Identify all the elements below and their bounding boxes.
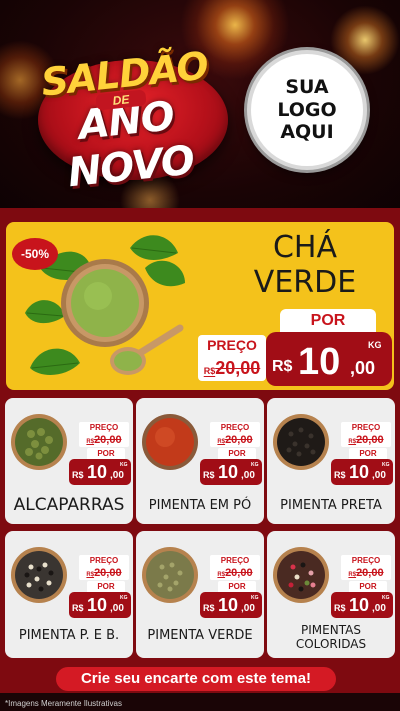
unit: KG	[382, 595, 390, 601]
por-label: POR	[218, 581, 256, 592]
featured-por-label: POR	[280, 309, 376, 333]
por-label: POR	[218, 448, 256, 459]
old-price-value: 20,00	[94, 567, 122, 579]
product-name: PIMENTA P. E B.	[18, 628, 120, 643]
old-currency: R$	[348, 439, 357, 445]
featured-old-currency: R$	[203, 366, 216, 376]
currency: R$	[203, 603, 215, 613]
price-dec: ,00	[241, 603, 255, 614]
price-int: 10	[218, 462, 239, 482]
old-price: R$20,00	[210, 433, 260, 447]
colored-pepper-bowl-icon	[273, 547, 329, 603]
currency: R$	[72, 603, 84, 613]
product-name: PIMENTA VERDE	[147, 628, 253, 643]
featured-product-name: CHÁ VERDE	[253, 230, 357, 301]
old-price-value: 20,00	[225, 434, 253, 446]
unit: KG	[382, 462, 390, 468]
unit: KG	[120, 595, 128, 601]
price-tag: R$ 10 KG ,00	[69, 592, 131, 618]
mixed-pepper-bowl-icon	[11, 547, 67, 603]
por-label: POR	[87, 581, 125, 592]
logo-placeholder[interactable]: SUA LOGO AQUI	[247, 50, 367, 170]
preco-label: PREÇO	[210, 422, 260, 433]
por-label: POR	[349, 448, 387, 459]
currency: R$	[203, 470, 215, 480]
black-pepper-bowl-icon	[273, 414, 329, 470]
old-currency: R$	[86, 572, 95, 578]
old-price: R$20,00	[79, 566, 129, 580]
old-currency: R$	[348, 572, 357, 578]
old-price-value: 20,00	[94, 434, 122, 446]
unit: KG	[120, 462, 128, 468]
product-name: PIMENTA EM PÓ	[148, 498, 252, 513]
por-label: POR	[87, 448, 125, 459]
product-name: ALCAPARRAS	[13, 495, 125, 515]
preco-label: PREÇO	[79, 555, 129, 566]
preco-label: PREÇO	[210, 555, 260, 566]
featured-old-price: R$20,00	[198, 355, 266, 381]
old-currency: R$	[217, 572, 226, 578]
cta-button[interactable]: Crie seu encarte com este tema!	[56, 667, 336, 691]
product-card[interactable]: PREÇO R$20,00 POR R$ 10 KG ,00 ALCAPARRA…	[5, 398, 133, 524]
green-pepper-bowl-icon	[142, 547, 198, 603]
price-tag: R$ 10 KG ,00	[200, 459, 262, 485]
price-int: 10	[349, 595, 370, 615]
price-dec: ,00	[372, 470, 386, 481]
old-price: R$20,00	[79, 433, 129, 447]
preco-label: PREÇO	[341, 555, 391, 566]
product-card[interactable]: PREÇO R$20,00 POR R$ 10 KG ,00 PIMENTA V…	[136, 531, 264, 658]
price-int: 10	[349, 462, 370, 482]
old-currency: R$	[217, 439, 226, 445]
price-dec: ,00	[372, 603, 386, 614]
old-price: R$20,00	[341, 433, 391, 447]
price-tag: R$ 10 KG ,00	[331, 459, 393, 485]
featured-price-tag: R$ 10 KG ,00	[266, 332, 392, 386]
featured-price-dec: ,00	[350, 358, 376, 378]
currency: R$	[72, 470, 84, 480]
featured-currency: R$	[272, 358, 293, 375]
old-currency: R$	[86, 439, 95, 445]
discount-badge: -50%	[12, 238, 58, 270]
old-price: R$20,00	[210, 566, 260, 580]
product-card[interactable]: PREÇO R$20,00 POR R$ 10 KG ,00 PIMENTAS …	[267, 531, 395, 658]
old-price: R$20,00	[341, 566, 391, 580]
product-name: PIMENTAS COLORIDAS	[295, 623, 367, 651]
price-int: 10	[87, 462, 108, 482]
currency: R$	[334, 603, 346, 613]
preco-label: PREÇO	[79, 422, 129, 433]
product-card[interactable]: PREÇO R$20,00 POR R$ 10 KG ,00 PIMENTA P…	[267, 398, 395, 524]
price-tag: R$ 10 KG ,00	[69, 459, 131, 485]
product-card[interactable]: PREÇO R$20,00 POR R$ 10 KG ,00 PIMENTA P…	[5, 531, 133, 658]
disclaimer-text: *Imagens Meramente Ilustrativas	[5, 699, 122, 708]
unit: KG	[251, 462, 259, 468]
preco-label: PREÇO	[341, 422, 391, 433]
paprika-bowl-icon	[142, 414, 198, 470]
old-price-value: 20,00	[356, 434, 384, 446]
featured-old-price-value: 20,00	[215, 358, 261, 378]
product-name: PIMENTA PRETA	[280, 498, 382, 513]
old-price-value: 20,00	[356, 567, 384, 579]
currency: R$	[334, 470, 346, 480]
price-int: 10	[87, 595, 108, 615]
old-price-value: 20,00	[225, 567, 253, 579]
price-int: 10	[218, 595, 239, 615]
featured-unit: KG	[368, 340, 382, 350]
featured-price-int: 10	[298, 341, 341, 383]
capers-bowl-icon	[11, 414, 67, 470]
price-dec: ,00	[241, 470, 255, 481]
price-tag: R$ 10 KG ,00	[200, 592, 262, 618]
price-tag: R$ 10 KG ,00	[331, 592, 393, 618]
por-label: POR	[349, 581, 387, 592]
price-dec: ,00	[110, 603, 124, 614]
product-card[interactable]: PREÇO R$20,00 POR R$ 10 KG ,00 PIMENTA E…	[136, 398, 264, 524]
logo-text: SUA LOGO AQUI	[277, 75, 337, 144]
featured-preco-label: PREÇO	[198, 335, 266, 355]
unit: KG	[251, 595, 259, 601]
price-dec: ,00	[110, 470, 124, 481]
